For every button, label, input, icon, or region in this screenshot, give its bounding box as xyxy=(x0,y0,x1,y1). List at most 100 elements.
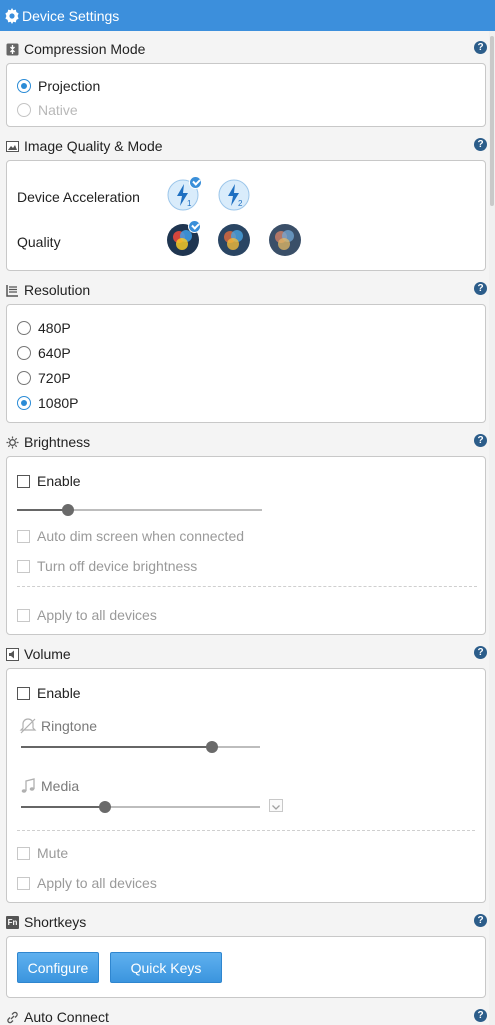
resolution-panel: 480P 640P 720P 1080P xyxy=(6,304,486,423)
acceleration-level-1-button[interactable]: 1 xyxy=(167,176,202,211)
auto-connect-header: Auto Connect ? xyxy=(6,1006,487,1025)
help-icon[interactable]: ? xyxy=(474,646,487,659)
ringtone-row: Ringtone xyxy=(19,717,97,735)
projection-option[interactable]: Projection xyxy=(17,78,100,94)
resolution-720p-label: 720P xyxy=(38,370,71,386)
shortkeys-panel: Configure Quick Keys xyxy=(6,936,486,998)
volume-apply-all-checkbox[interactable] xyxy=(17,876,30,890)
volume-panel: Enable Ringtone Media Mute Apply to all … xyxy=(6,668,486,903)
acceleration-level-2-button[interactable]: 2 xyxy=(218,179,250,211)
compression-panel: Projection Native xyxy=(6,63,486,127)
ringtone-label: Ringtone xyxy=(41,718,98,734)
brightness-enable-label: Enable xyxy=(37,473,81,489)
chevron-down-icon xyxy=(272,805,280,810)
media-dropdown-button[interactable] xyxy=(269,799,283,812)
lightning-2-icon: 2 xyxy=(218,179,250,211)
quality-high-button[interactable] xyxy=(166,220,201,257)
volume-apply-all-label: Apply to all devices xyxy=(37,875,157,891)
turn-off-brightness-label: Turn off device brightness xyxy=(37,558,198,574)
section-title: Shortkeys xyxy=(24,914,87,930)
help-icon[interactable]: ? xyxy=(474,914,487,927)
window-title: Device Settings xyxy=(22,7,120,24)
auto-dim-checkbox[interactable] xyxy=(17,529,30,543)
help-icon[interactable]: ? xyxy=(474,434,487,447)
compression-mode-header: Compression Mode ? xyxy=(6,38,487,60)
scrollbar-thumb[interactable] xyxy=(490,36,494,206)
acceleration-level-label: 1 xyxy=(187,199,192,208)
selected-check-icon xyxy=(189,176,202,189)
resolution-640p-radio[interactable] xyxy=(17,346,31,360)
acceleration-level-label: 2 xyxy=(238,199,243,208)
slider-knob[interactable] xyxy=(206,741,219,753)
media-slider[interactable] xyxy=(21,800,260,814)
auto-dim-label: Auto dim screen when connected xyxy=(37,528,245,544)
volume-enable-checkbox[interactable] xyxy=(17,686,30,700)
quality-medium-button[interactable] xyxy=(217,223,251,257)
volume-apply-all-option[interactable]: Apply to all devices xyxy=(17,875,157,891)
native-option[interactable]: Native xyxy=(17,102,78,118)
resolution-640p-label: 640P xyxy=(38,345,71,361)
projection-label: Projection xyxy=(38,78,101,94)
ringtone-slider[interactable] xyxy=(21,740,260,754)
help-icon[interactable]: ? xyxy=(474,1009,487,1022)
brightness-slider[interactable] xyxy=(17,503,262,517)
help-icon[interactable]: ? xyxy=(474,282,487,295)
mute-option[interactable]: Mute xyxy=(17,845,68,861)
resolution-480p-option[interactable]: 480P xyxy=(17,320,71,336)
volume-enable-label: Enable xyxy=(37,685,81,701)
help-icon[interactable]: ? xyxy=(474,41,487,54)
turn-off-brightness-checkbox[interactable] xyxy=(17,559,30,573)
brightness-apply-all-checkbox[interactable] xyxy=(17,608,30,622)
resolution-icon xyxy=(6,284,18,297)
resolution-480p-radio[interactable] xyxy=(17,321,31,335)
image-quality-header: Image Quality & Mode ? xyxy=(6,135,487,157)
section-title: Brightness xyxy=(24,434,91,450)
resolution-720p-radio[interactable] xyxy=(17,371,31,385)
help-icon[interactable]: ? xyxy=(474,138,487,151)
resolution-1080p-option[interactable]: 1080P xyxy=(17,395,78,411)
quality-label: Quality xyxy=(17,234,61,250)
section-title: Image Quality & Mode xyxy=(24,138,163,154)
link-icon xyxy=(7,1011,18,1023)
mute-label: Mute xyxy=(37,845,69,861)
resolution-header: Resolution ? xyxy=(6,279,487,301)
resolution-640p-option[interactable]: 640P xyxy=(17,345,71,361)
image-icon xyxy=(6,140,19,152)
gear-icon xyxy=(5,7,19,24)
image-quality-panel: Device Acceleration 1 2 Quality xyxy=(6,160,486,271)
native-radio[interactable] xyxy=(17,103,31,117)
device-acceleration-label: Device Acceleration xyxy=(17,189,140,205)
media-row: Media xyxy=(19,777,79,795)
brightness-enable-checkbox[interactable] xyxy=(17,474,30,488)
auto-dim-option[interactable]: Auto dim screen when connected xyxy=(17,528,244,544)
slider-knob[interactable] xyxy=(62,504,75,516)
brightness-enable-option[interactable]: Enable xyxy=(17,473,81,489)
divider xyxy=(17,830,475,831)
shortkeys-header: Fn Shortkeys ? xyxy=(6,911,487,933)
section-title: Auto Connect xyxy=(24,1009,109,1025)
resolution-480p-label: 480P xyxy=(38,320,71,336)
slider-fill xyxy=(21,746,213,748)
native-label: Native xyxy=(38,102,78,118)
slider-knob[interactable] xyxy=(98,801,111,813)
slider-fill xyxy=(17,509,69,511)
mute-checkbox[interactable] xyxy=(17,846,30,860)
brightness-header: Brightness ? xyxy=(6,431,487,453)
projection-radio[interactable] xyxy=(17,79,31,93)
turn-off-brightness-option[interactable]: Turn off device brightness xyxy=(17,558,197,574)
resolution-1080p-radio[interactable] xyxy=(17,396,31,410)
color-quality-low-icon xyxy=(269,224,301,256)
resolution-720p-option[interactable]: 720P xyxy=(17,370,71,386)
configure-button[interactable]: Configure xyxy=(17,952,99,983)
brightness-apply-all-option[interactable]: Apply to all devices xyxy=(17,607,157,623)
music-note-icon xyxy=(21,778,35,793)
section-title: Compression Mode xyxy=(24,41,146,57)
volume-enable-option[interactable]: Enable xyxy=(17,685,81,701)
quick-keys-button[interactable]: Quick Keys xyxy=(110,952,222,983)
speaker-icon xyxy=(6,647,19,661)
selected-check-icon xyxy=(188,220,201,233)
slider-fill xyxy=(21,806,105,808)
resolution-1080p-label: 1080P xyxy=(38,395,79,411)
fn-key-icon: Fn xyxy=(6,915,19,929)
quality-low-button[interactable] xyxy=(268,223,302,257)
